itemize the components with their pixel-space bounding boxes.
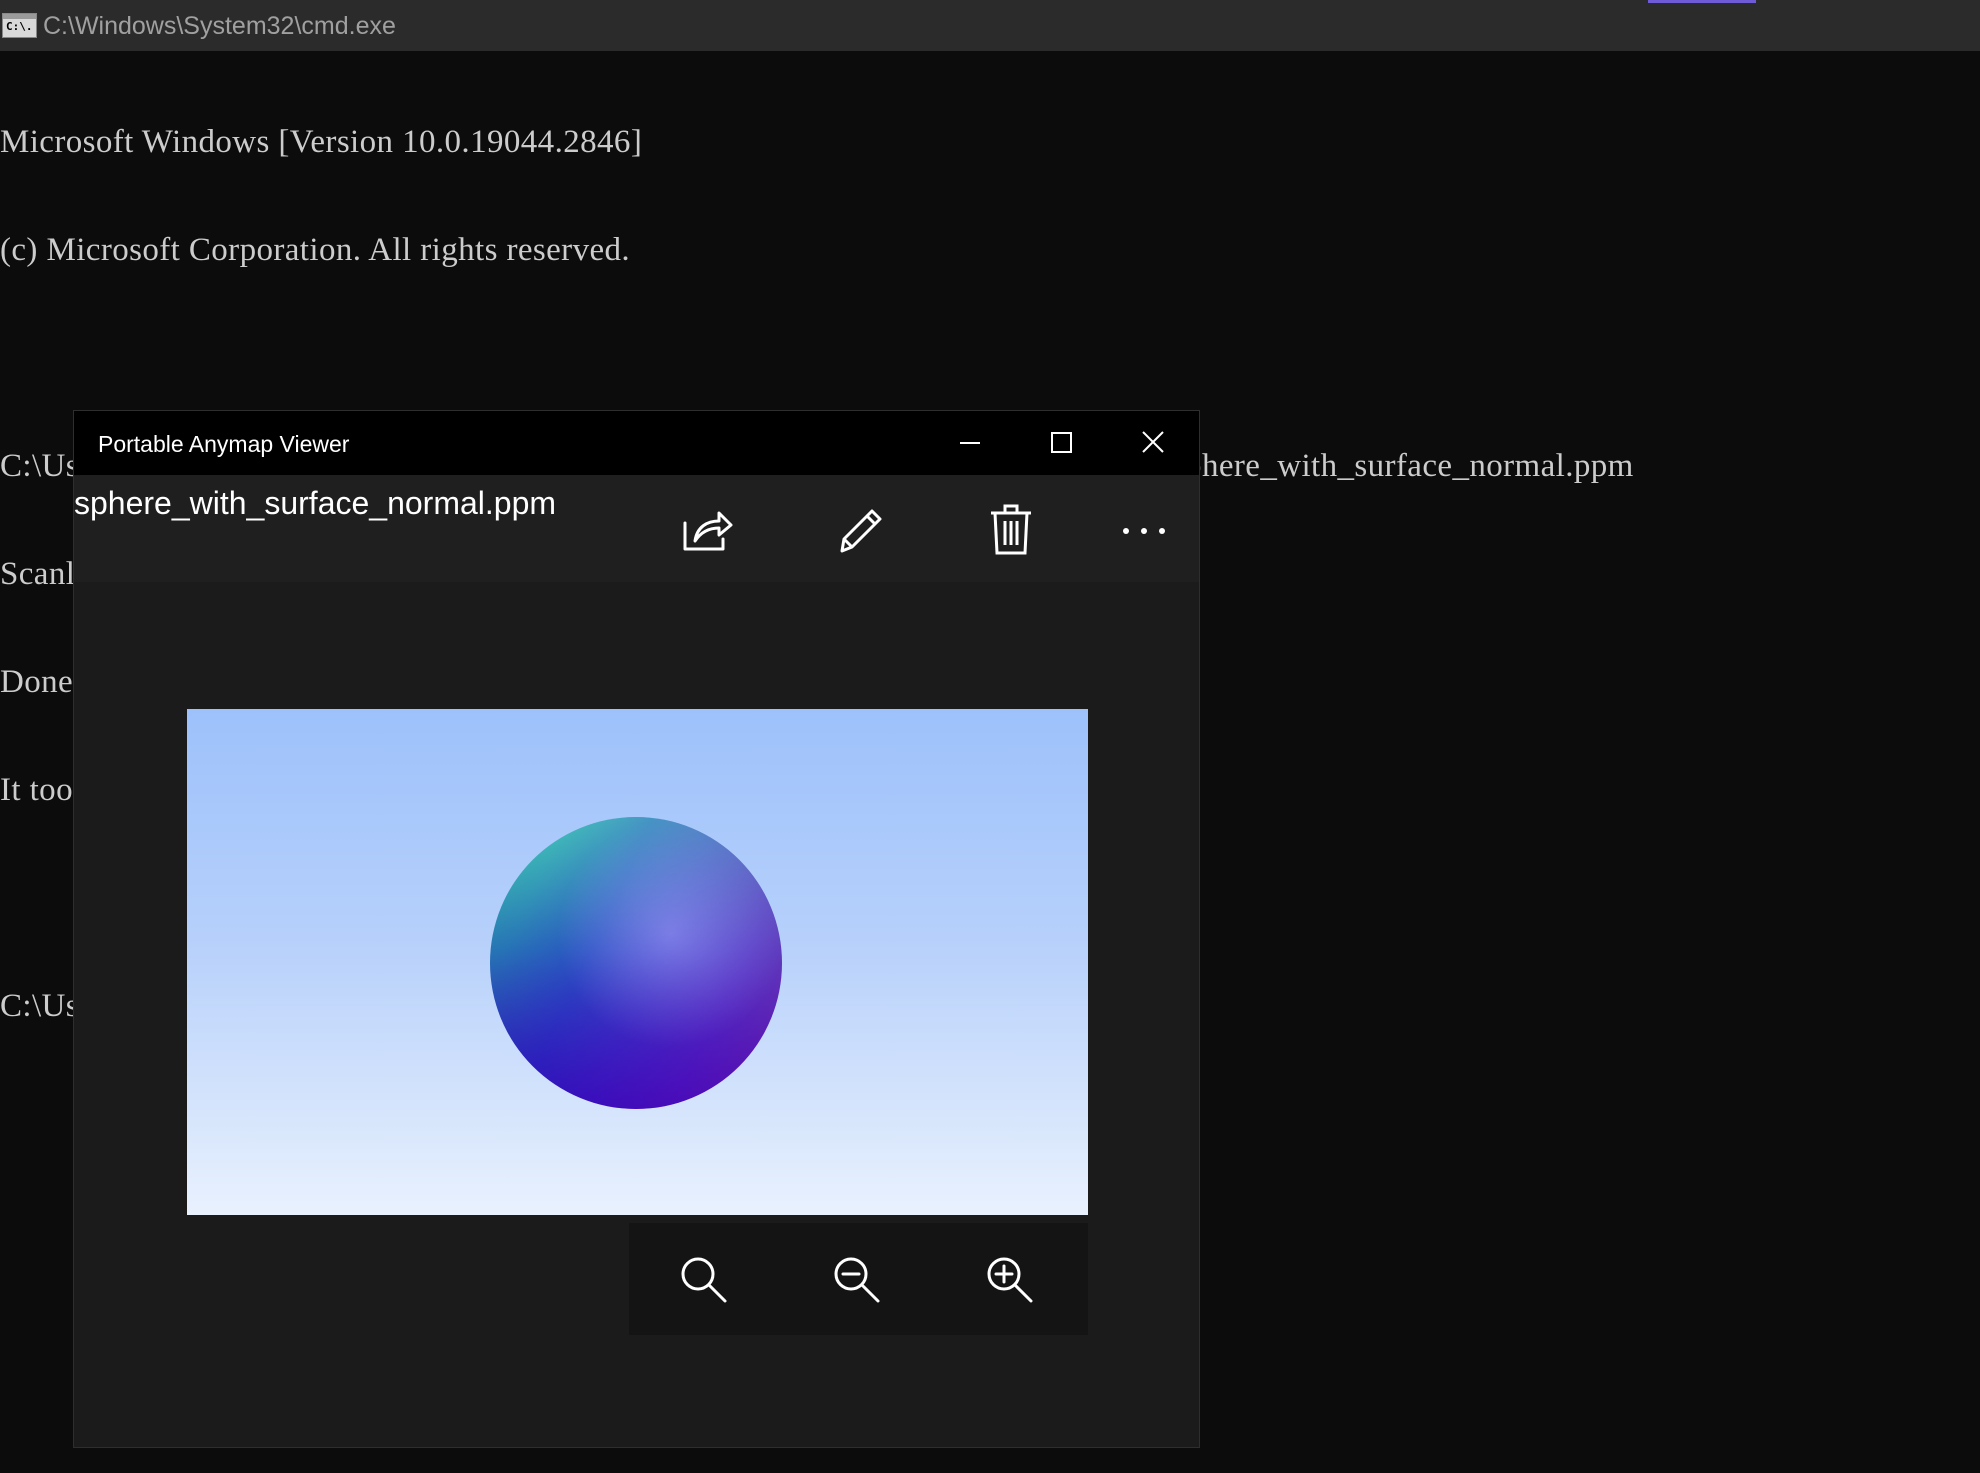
viewer-titlebar[interactable]: Portable Anymap Viewer: [74, 411, 1199, 475]
console-line: Microsoft Windows [Version 10.0.19044.28…: [0, 124, 643, 160]
share-icon: [683, 511, 733, 551]
sphere-shading: [490, 817, 782, 1109]
zoom-out-button[interactable]: [830, 1253, 884, 1307]
delete-trash-icon: [991, 504, 1031, 555]
zoom-reset-button[interactable]: [677, 1253, 731, 1307]
zoom-reset-icon: [681, 1257, 727, 1303]
console-line: (c) Microsoft Corporation. All rights re…: [0, 232, 631, 268]
viewer-title: Portable Anymap Viewer: [98, 431, 350, 457]
edit-pencil-icon: [840, 509, 882, 553]
zoom-in-button[interactable]: [983, 1253, 1037, 1307]
cmd-window-title: C:\Windows\System32\cmd.exe: [43, 12, 396, 40]
close-button[interactable]: [1133, 425, 1173, 461]
cmd-app-icon: C:\.: [2, 13, 37, 38]
maximize-button[interactable]: [1041, 425, 1081, 461]
minimize-icon: [960, 442, 980, 444]
viewer-toolbar: sphere_with_surface_normal.ppm: [74, 475, 1199, 582]
delete-button[interactable]: [983, 501, 1039, 557]
share-button[interactable]: [679, 501, 735, 557]
cmd-titlebar[interactable]: C:\. C:\Windows\System32\cmd.exe: [0, 0, 1980, 51]
maximize-icon: [1051, 432, 1072, 453]
rendered-image[interactable]: [187, 709, 1088, 1215]
accent-strip: [1648, 0, 1756, 3]
minimize-button[interactable]: [950, 425, 990, 461]
edit-button[interactable]: [832, 501, 888, 557]
more-options-icon: [1123, 528, 1165, 534]
zoom-in-icon: [987, 1257, 1033, 1303]
more-options-button[interactable]: [1116, 501, 1172, 557]
close-icon: [1142, 431, 1164, 453]
zoom-out-icon: [834, 1257, 880, 1303]
file-name: sphere_with_surface_normal.ppm: [74, 485, 557, 521]
viewer-window: Portable Anymap Viewer sphere_with_surfa…: [73, 410, 1200, 1448]
zoom-toolbar: [629, 1223, 1088, 1335]
